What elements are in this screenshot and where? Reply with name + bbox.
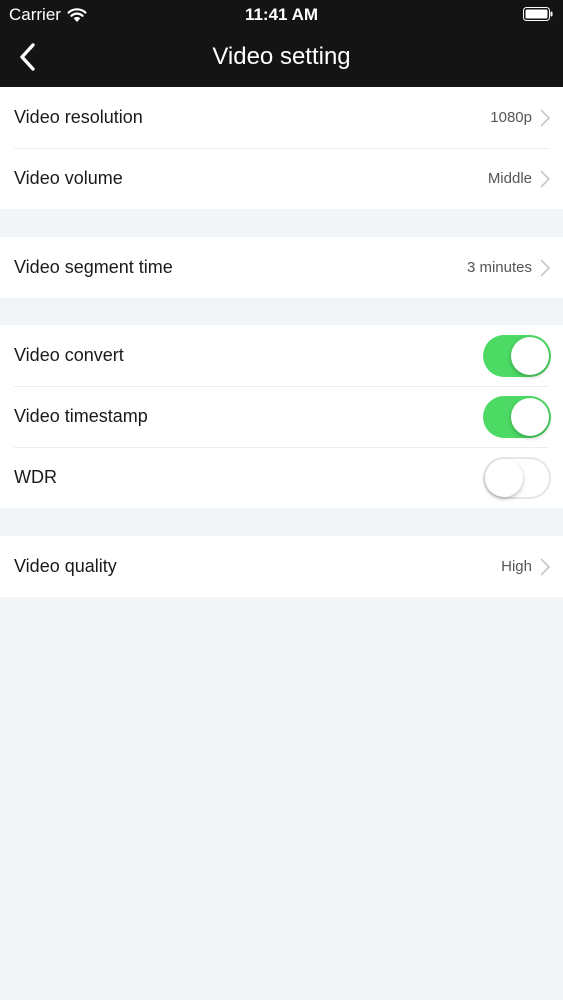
chevron-right-icon: [540, 258, 551, 277]
navigation-bar: Video setting: [0, 30, 563, 87]
status-time: 11:41 AM: [244, 5, 319, 24]
video-volume-row[interactable]: Video volume Middle: [0, 148, 563, 209]
video-segment-time-value: 3 minutes: [466, 259, 532, 276]
chevron-right-icon: [540, 108, 551, 127]
video-segment-time-row[interactable]: Video segment time 3 minutes: [0, 237, 563, 298]
video-convert-toggle[interactable]: [483, 334, 551, 377]
video-resolution-label: Video resolution: [14, 107, 143, 127]
wdr-toggle[interactable]: [483, 456, 551, 499]
video-quality-label: Video quality: [14, 556, 117, 576]
video-quality-row[interactable]: Video quality High: [0, 536, 563, 597]
toggle-knob: [485, 458, 523, 497]
settings-group-quality: Video quality High: [0, 536, 563, 597]
video-volume-label: Video volume: [14, 168, 123, 188]
settings-group-resolution-volume: Video resolution 1080p Video volume Midd…: [0, 87, 563, 209]
battery-icon: [523, 7, 553, 21]
chevron-right-icon: [540, 169, 551, 188]
video-convert-row: Video convert: [0, 325, 563, 386]
video-timestamp-row: Video timestamp: [0, 386, 563, 447]
video-resolution-row[interactable]: Video resolution 1080p: [0, 87, 563, 148]
settings-group-segment: Video segment time 3 minutes: [0, 237, 563, 298]
wdr-label: WDR: [14, 467, 57, 487]
video-resolution-value: 1080p: [490, 109, 532, 126]
video-quality-value: High: [501, 558, 532, 575]
chevron-right-icon: [540, 557, 551, 576]
settings-group-toggles: Video convert Video timestamp WDR: [0, 325, 563, 508]
video-volume-value: Middle: [487, 170, 532, 187]
page-title: Video setting: [212, 43, 351, 70]
video-timestamp-label: Video timestamp: [14, 406, 148, 426]
video-timestamp-toggle[interactable]: [483, 395, 551, 438]
toggle-knob: [511, 397, 549, 436]
video-convert-label: Video convert: [14, 345, 124, 365]
toggle-knob: [511, 336, 549, 375]
wdr-row: WDR: [0, 447, 563, 508]
status-bar: Carrier 11:41 AM: [0, 0, 563, 30]
video-segment-time-label: Video segment time: [14, 257, 173, 277]
header: Carrier 11:41 AM Video setting: [0, 0, 563, 87]
